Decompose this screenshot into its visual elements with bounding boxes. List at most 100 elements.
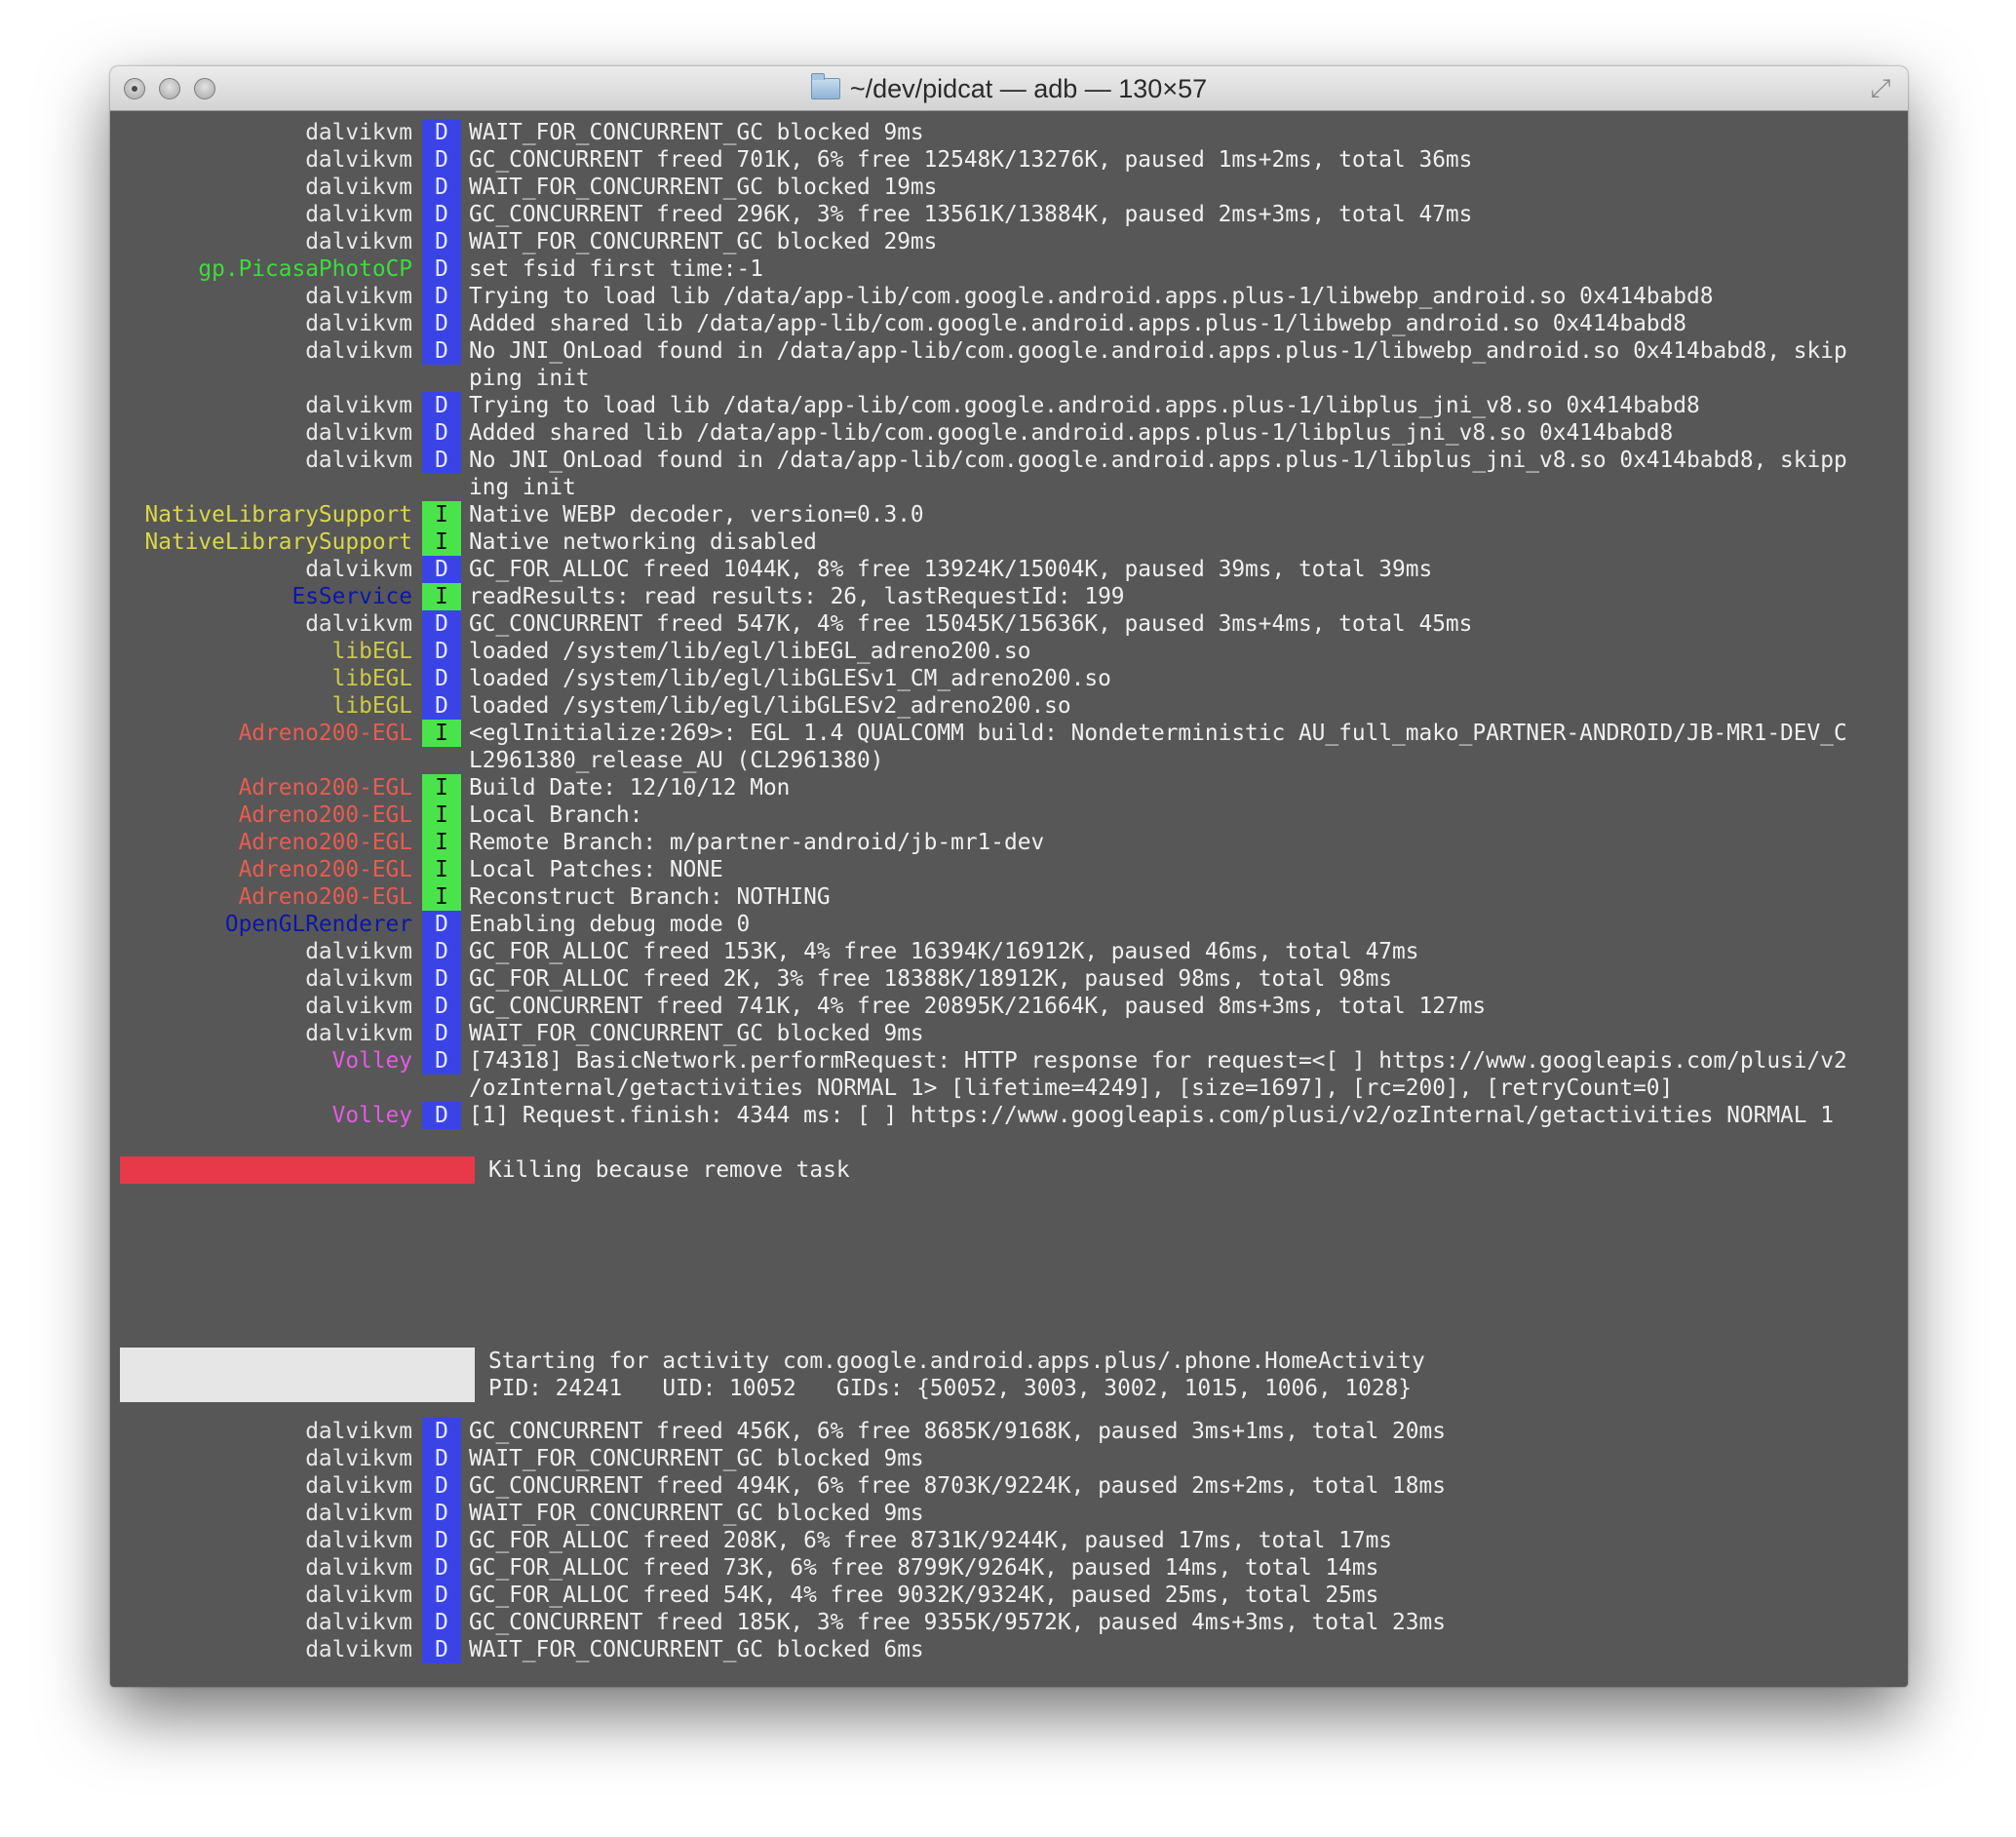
log-tag: dalvikvm <box>305 1501 412 1526</box>
start-marker-bar <box>120 1375 475 1402</box>
log-level-badge: D <box>422 447 461 474</box>
log-tag: dalvikvm <box>305 1555 412 1581</box>
log-line: OpenGLRenderer D Enabling debug mode 0 <box>110 911 1908 938</box>
log-message: GC_FOR_ALLOC freed 54K, 4% free 9032K/93… <box>469 1583 1379 1608</box>
log-message: set fsid first time:-1 <box>469 256 763 282</box>
log-tag: Adreno200-EGL <box>238 830 412 855</box>
log-line: dalvikvm D Added shared lib /data/app-lib/… <box>110 310 1908 337</box>
log-level-badge: D <box>422 1102 461 1129</box>
log-tag: dalvikvm <box>305 1610 412 1635</box>
log-tag: Adreno200-EGL <box>238 884 412 910</box>
log-tag: dalvikvm <box>305 420 412 446</box>
log-level-badge: D <box>422 1636 461 1663</box>
log-level-badge: D <box>422 1500 461 1527</box>
kill-banner: Killing because remove task <box>110 1156 1908 1184</box>
log-line: Adreno200-EGL I <eglInitialize:269>: EGL 1… <box>110 720 1908 747</box>
log-tag: dalvikvm <box>305 557 412 582</box>
log-message: ping init <box>469 366 590 391</box>
log-line: libEGL Dloaded /system/lib/egl/libGLESv2_… <box>110 692 1908 720</box>
log-message: Native networking disabled <box>469 529 817 555</box>
terminal-window: ~/dev/pidcat — adb — 130×57 ⤢ dalvikvm D W… <box>110 66 1908 1687</box>
log-line: dalvikvm D WAIT_FOR_CONCURRENT_GC blocked … <box>110 1500 1908 1527</box>
log-message: Enabling debug mode 0 <box>469 912 751 937</box>
log-line: libEGL Dloaded /system/lib/egl/libEGL_adr… <box>110 638 1908 665</box>
log-line: NativeLibrarySupport I Native WEBP decoder… <box>110 501 1908 528</box>
log-level-badge: D <box>422 665 461 692</box>
log-message: GC_CONCURRENT freed 456K, 6% free 8685K/… <box>469 1419 1446 1444</box>
log-level-badge: I <box>422 720 461 747</box>
folder-icon <box>810 73 840 99</box>
log-line: dalvikvm D Added shared lib /data/app-lib/… <box>110 419 1908 447</box>
log-level-badge: D <box>422 310 461 337</box>
start-marker-bar <box>120 1348 475 1375</box>
log-tag: dalvikvm <box>305 1419 412 1444</box>
log-line: dalvikvm D WAIT_FOR_CONCURRENT_GC blocked … <box>110 1636 1908 1663</box>
log-level-badge: D <box>422 1609 461 1636</box>
log-level-badge: D <box>422 1020 461 1047</box>
log-tag: dalvikvm <box>305 966 412 992</box>
log-tag: Adreno200-EGL <box>238 721 412 746</box>
log-message: loaded /system/lib/egl/libGLESv1_CM_adre… <box>469 666 1111 691</box>
log-message: WAIT_FOR_CONCURRENT_GC blocked 6ms <box>469 1637 924 1662</box>
log-line: /ozInternal/getactivities NORMAL 1> [lif… <box>110 1075 1908 1102</box>
log-line: dalvikvm D No JNI_OnLoad found in /data/ap… <box>110 337 1908 365</box>
log-level-badge: D <box>422 993 461 1020</box>
log-message: WAIT_FOR_CONCURRENT_GC blocked 9ms <box>469 1446 924 1471</box>
log-level-badge: D <box>422 119 461 146</box>
log-tag: Volley <box>331 1048 412 1074</box>
terminal-output[interactable]: dalvikvm D WAIT_FOR_CONCURRENT_GC blocked … <box>110 111 1908 1687</box>
log-line: dalvikvm D WAIT_FOR_CONCURRENT_GC blocked … <box>110 228 1908 255</box>
log-line: gp.PicasaPhotoCP Dset fsid first time:-1 <box>110 255 1908 283</box>
log-line: NativeLibrarySupport I Native networking d… <box>110 528 1908 556</box>
log-line: dalvikvm D GC_FOR_ALLOC freed 73K, 6% free… <box>110 1554 1908 1582</box>
log-message: Remote Branch: m/partner-android/jb-mr1-… <box>469 830 1045 855</box>
log-tag: dalvikvm <box>305 994 412 1019</box>
log-line: dalvikvm D WAIT_FOR_CONCURRENT_GC blocked … <box>110 119 1908 146</box>
log-message: No JNI_OnLoad found in /data/app-lib/com… <box>469 448 1847 473</box>
log-message: Native WEBP decoder, version=0.3.0 <box>469 502 924 528</box>
log-line: dalvikvm D GC_CONCURRENT freed 547K, 4% fr… <box>110 610 1908 638</box>
log-message: WAIT_FOR_CONCURRENT_GC blocked 9ms <box>469 1021 924 1046</box>
log-message: GC_FOR_ALLOC freed 208K, 6% free 8731K/9… <box>469 1528 1393 1553</box>
log-tag: dalvikvm <box>305 1637 412 1662</box>
log-message: GC_CONCURRENT freed 185K, 3% free 9355K/… <box>469 1610 1446 1635</box>
log-tag: libEGL <box>331 666 412 691</box>
log-tag: Volley <box>331 1103 412 1128</box>
log-level-badge: D <box>422 337 461 365</box>
log-message: WAIT_FOR_CONCURRENT_GC blocked 29ms <box>469 229 938 254</box>
log-level-badge: I <box>422 583 461 610</box>
log-level-badge: I <box>422 528 461 556</box>
log-message: WAIT_FOR_CONCURRENT_GC blocked 19ms <box>469 175 938 200</box>
log-level-badge: I <box>422 856 461 883</box>
log-line: Volley D [74318] BasicNetwork.performReque… <box>110 1047 1908 1075</box>
log-level-badge: D <box>422 911 461 938</box>
log-message: GC_CONCURRENT freed 296K, 3% free 13561K… <box>469 202 1473 227</box>
log-tag: dalvikvm <box>305 448 412 473</box>
log-tag: dalvikvm <box>305 202 412 227</box>
log-level-badge: D <box>422 965 461 993</box>
log-message: GC_FOR_ALLOC freed 153K, 4% free 16394K/… <box>469 939 1419 964</box>
log-level-badge: D <box>422 638 461 665</box>
log-tag: Adreno200-EGL <box>238 802 412 828</box>
log-message: WAIT_FOR_CONCURRENT_GC blocked 9ms <box>469 120 924 145</box>
log-level-badge: I <box>422 774 461 801</box>
log-level-badge: I <box>422 501 461 528</box>
log-tag: dalvikvm <box>305 175 412 200</box>
log-line: dalvikvm D GC_FOR_ALLOC freed 2K, 3% free … <box>110 965 1908 993</box>
window-title: ~/dev/pidcat — adb — 130×57 <box>849 73 1208 103</box>
log-line: dalvikvm D Trying to load lib /data/app-li… <box>110 392 1908 419</box>
log-tag <box>110 474 422 501</box>
log-line: dalvikvm D No JNI_OnLoad found in /data/ap… <box>110 447 1908 474</box>
log-message: /ozInternal/getactivities NORMAL 1> [lif… <box>469 1075 1674 1101</box>
fullscreen-icon[interactable]: ⤢ <box>1867 75 1894 102</box>
log-level-badge: D <box>422 1418 461 1445</box>
log-tag: dalvikvm <box>305 120 412 145</box>
log-tag: OpenGLRenderer <box>224 912 412 937</box>
log-tag: dalvikvm <box>305 147 412 173</box>
log-level-badge: I <box>422 801 461 829</box>
log-message: readResults: read results: 26, lastReque… <box>469 584 1125 609</box>
log-level-badge: I <box>422 883 461 911</box>
log-line: dalvikvm D GC_FOR_ALLOC freed 208K, 6% fre… <box>110 1527 1908 1554</box>
log-level-badge: D <box>422 1527 461 1554</box>
log-line: EsService IreadResults: read results: 26,… <box>110 583 1908 610</box>
